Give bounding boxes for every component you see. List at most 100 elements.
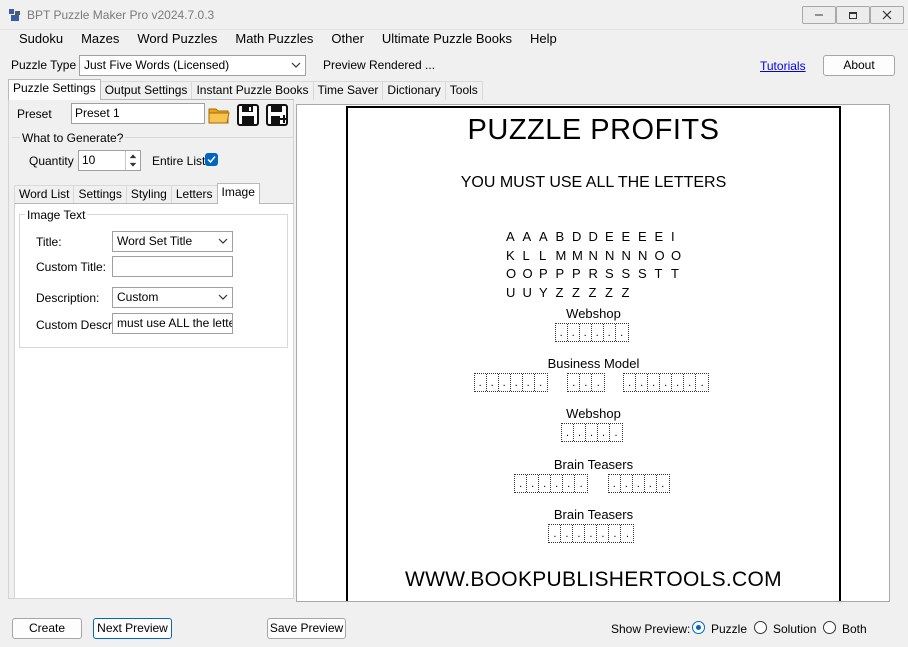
letter-tile: U	[522, 284, 532, 300]
save-icon[interactable]	[236, 103, 260, 127]
answer-cell: .	[568, 374, 581, 391]
minimize-icon	[815, 14, 823, 16]
letter-tile: T	[671, 266, 679, 281]
answer-boxes: .......	[623, 373, 710, 392]
close-icon	[882, 10, 892, 20]
menu-mazes[interactable]: Mazes	[72, 30, 128, 52]
answer-cell: .	[633, 475, 645, 492]
show-solution-radio[interactable]	[754, 621, 767, 634]
show-solution-label[interactable]: Solution	[773, 622, 816, 636]
show-both-radio[interactable]	[823, 621, 836, 634]
preset-label: Preset	[17, 107, 52, 121]
minimize-button[interactable]	[802, 6, 836, 24]
answer-cell: .	[551, 475, 564, 492]
answer-cell: .	[580, 374, 593, 391]
answer-boxes: ......	[514, 474, 589, 493]
letter-tile: K	[506, 247, 515, 263]
answer-cell: .	[609, 525, 622, 542]
menu-word-puzzles[interactable]: Word Puzzles	[128, 30, 226, 52]
spinner-arrows-icon[interactable]	[125, 151, 140, 170]
answer-boxes: ......	[554, 323, 629, 342]
custom-descr-label: Custom Descr:	[36, 318, 116, 332]
letter-tile: N	[638, 247, 648, 263]
description-select[interactable]: Custom	[112, 287, 233, 308]
menu-help[interactable]: Help	[521, 30, 566, 52]
answer-cell: .	[562, 424, 574, 441]
open-folder-icon[interactable]	[207, 103, 231, 127]
letter-tile: Z	[572, 284, 580, 300]
tab-word-list[interactable]: Word List	[14, 185, 75, 204]
about-button[interactable]: About	[823, 55, 895, 76]
quantity-label: Quantity	[29, 154, 74, 168]
tab-output-settings[interactable]: Output Settings	[99, 81, 193, 100]
checkmark-icon	[207, 156, 216, 164]
menu-ultimate-puzzle-books[interactable]: Ultimate Puzzle Books	[373, 30, 521, 52]
tab-settings[interactable]: Settings	[73, 185, 127, 204]
answer-cell: .	[585, 525, 598, 542]
letter-tile: Z	[555, 284, 564, 300]
create-button[interactable]: Create	[12, 618, 82, 639]
answer-cell: .	[624, 374, 637, 391]
letter-tile: Y	[539, 284, 548, 300]
letter-tile: O	[506, 266, 517, 281]
answer-cell: .	[515, 475, 528, 492]
menu-other[interactable]: Other	[322, 30, 373, 52]
menu-sudoku[interactable]: Sudoku	[0, 30, 72, 52]
letter-tile: E	[654, 229, 664, 244]
close-button[interactable]	[870, 6, 904, 24]
answer-cell: .	[511, 374, 523, 391]
letter-tile: B	[555, 229, 565, 244]
title-select[interactable]: Word Set Title	[112, 231, 233, 252]
answer-cell: .	[586, 424, 598, 441]
answer-cell: .	[563, 475, 576, 492]
maximize-button[interactable]	[836, 6, 870, 24]
letter-tile: A	[522, 229, 532, 244]
tab-puzzle-settings[interactable]: Puzzle Settings	[8, 79, 101, 100]
preset-input[interactable]: Preset 1	[71, 103, 205, 124]
next-preview-button[interactable]: Next Preview	[93, 618, 172, 639]
tab-time-saver[interactable]: Time Saver	[312, 81, 384, 100]
custom-title-label: Custom Title:	[36, 260, 107, 274]
entire-list-checkbox[interactable]	[205, 153, 218, 166]
letter-tile: Z	[605, 284, 613, 300]
tab-dictionary[interactable]: Dictionary	[382, 81, 446, 100]
answer-cell: .	[549, 525, 562, 542]
show-puzzle-label[interactable]: Puzzle	[711, 622, 747, 636]
answer-cell: .	[604, 324, 616, 341]
sub-tabs: Word List Settings Styling Letters Image	[14, 183, 260, 204]
letter-tile: O	[671, 247, 682, 263]
clue-label: Business Model	[547, 356, 640, 371]
show-puzzle-radio[interactable]	[692, 621, 705, 634]
show-both-label[interactable]: Both	[842, 622, 867, 636]
tab-image[interactable]: Image	[216, 183, 260, 204]
description-select-value: Custom	[117, 290, 159, 304]
title-label: Title:	[36, 235, 62, 249]
custom-descr-input[interactable]: must use ALL the letters	[112, 313, 233, 334]
tab-styling[interactable]: Styling	[125, 185, 172, 204]
tab-tools[interactable]: Tools	[444, 81, 483, 100]
menu-bar: Sudoku Mazes Word Puzzles Math Puzzles O…	[0, 30, 908, 52]
preview-subtitle: YOU MUST USE ALL THE LETTERS	[460, 174, 727, 191]
answer-cell: .	[499, 374, 511, 391]
puzzle-type-label: Puzzle Type	[11, 58, 77, 72]
answer-boxes: .....	[561, 423, 623, 442]
tab-letters[interactable]: Letters	[170, 185, 218, 204]
save-preview-button[interactable]: Save Preview	[267, 618, 346, 639]
custom-title-input[interactable]	[112, 256, 233, 277]
tab-instant-puzzle-books[interactable]: Instant Puzzle Books	[191, 81, 314, 100]
puzzle-type-select[interactable]: Just Five Words (Licensed)	[79, 55, 306, 76]
save-as-icon[interactable]	[265, 103, 289, 127]
preview-footer: WWW.BOOKPUBLISHERTOOLS.COM	[405, 568, 782, 591]
letter-tile: I	[671, 229, 675, 244]
answer-cell: .	[621, 475, 633, 492]
answer-cell: .	[475, 374, 487, 391]
letter-tile: L	[522, 247, 530, 263]
letter-tile: O	[522, 266, 533, 281]
entire-list-label: Entire List	[152, 154, 206, 168]
letter-tile: D	[588, 229, 598, 244]
answer-cell: .	[592, 324, 604, 341]
menu-math-puzzles[interactable]: Math Puzzles	[226, 30, 322, 52]
answer-cell: .	[527, 475, 540, 492]
tutorials-link[interactable]: Tutorials	[760, 59, 806, 73]
what-to-generate-label: What to Generate?	[20, 131, 126, 145]
